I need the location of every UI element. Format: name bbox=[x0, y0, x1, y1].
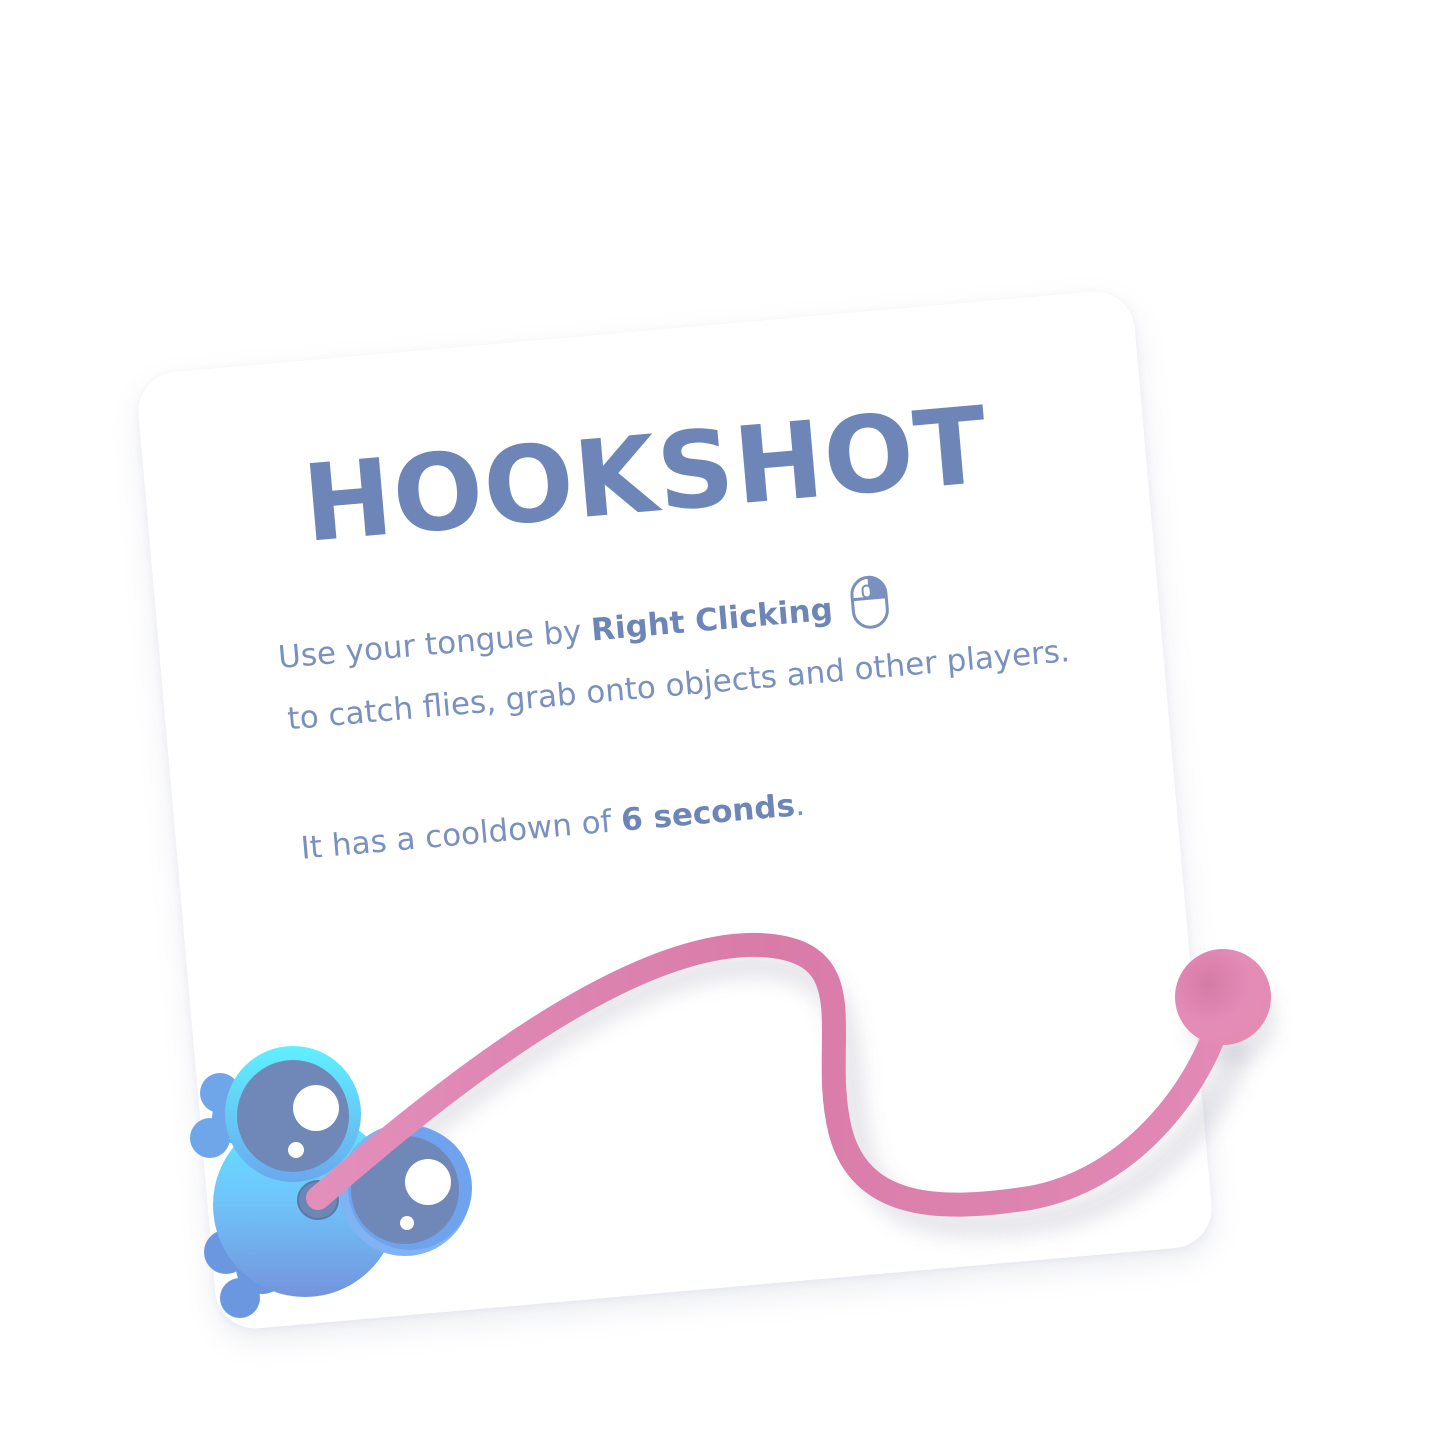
cooldown-text: It has a cooldown of 6 seconds. bbox=[299, 787, 806, 867]
right-mouse-button-icon bbox=[850, 575, 890, 629]
tutorial-card: HOOKSHOT Use your tongue by Right Clicki… bbox=[135, 288, 1215, 1332]
right-clicking-label: Right Clicking bbox=[589, 591, 835, 649]
cooldown-prefix: It has a cooldown of bbox=[299, 802, 623, 867]
cooldown-duration: 6 seconds bbox=[619, 787, 797, 839]
tutorial-scene: HOOKSHOT Use your tongue by Right Clicki… bbox=[0, 0, 1444, 1444]
card-description: Use your tongue by Right Clicking to cat… bbox=[275, 551, 1143, 750]
card-title: HOOKSHOT bbox=[298, 383, 993, 566]
cooldown-suffix: . bbox=[793, 786, 807, 824]
tongue-tip-shadow bbox=[1188, 976, 1276, 1064]
